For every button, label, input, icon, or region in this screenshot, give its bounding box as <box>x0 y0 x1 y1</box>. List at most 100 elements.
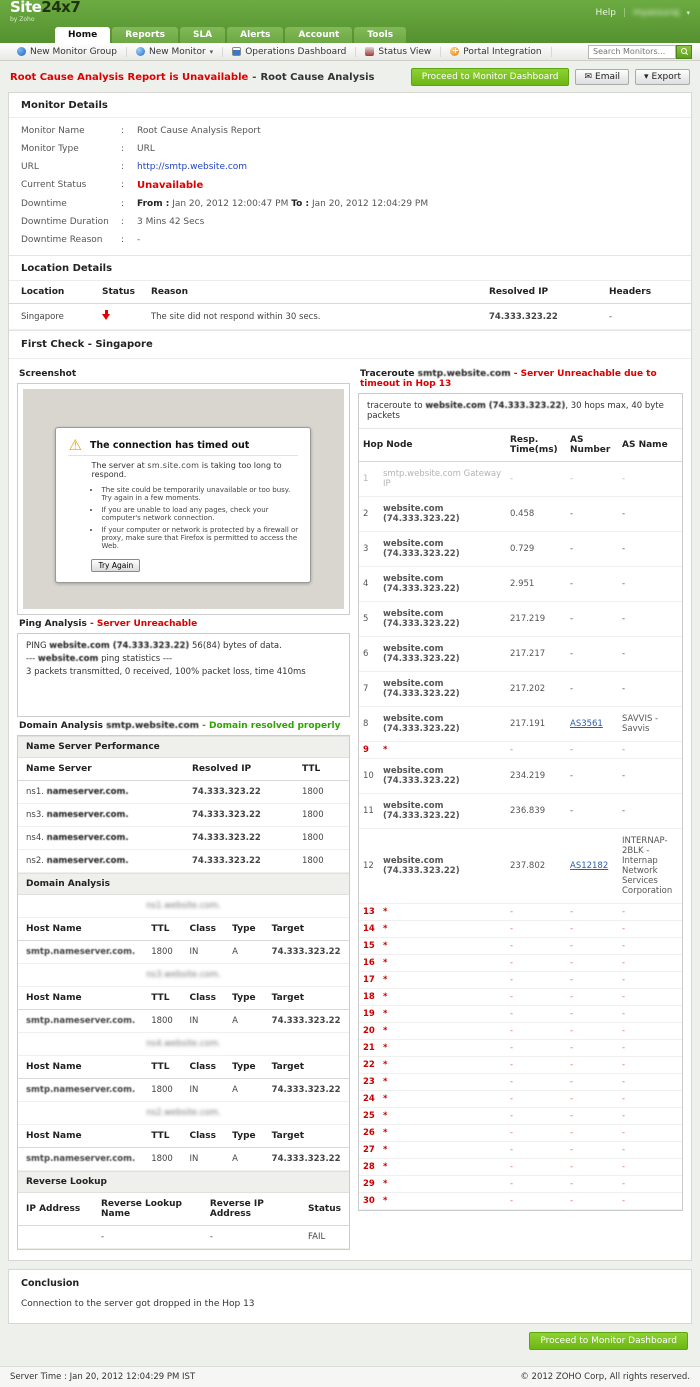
table-cell-hop: 23 <box>359 1074 379 1091</box>
table-cell-resp: 217.202 <box>506 672 566 707</box>
user-menu[interactable]: myassuraj <box>633 8 679 18</box>
help-link[interactable]: Help <box>596 8 617 18</box>
table-cell-node: * <box>379 1040 506 1057</box>
table-cell-asn: AS12182 <box>566 829 618 904</box>
copyright: © 2012 ZOHO Corp, All rights reserved. <box>520 1372 690 1382</box>
table-cell-hop: 12 <box>359 829 379 904</box>
as-number-link[interactable]: AS3561 <box>570 719 603 729</box>
table-cell-hop: 2 <box>359 497 379 532</box>
new-monitor-group-button[interactable]: New Monitor Group <box>8 47 127 57</box>
traceroute-title: Traceroute smtp.website.com - Server Unr… <box>358 365 683 393</box>
table-cell-node: website.com (74.333.323.22) <box>379 567 506 602</box>
table-cell-asname: - <box>618 532 682 567</box>
monitor-group-icon <box>17 47 26 56</box>
table-row: 5website.com (74.333.323.22)217.219-- <box>359 602 682 637</box>
operations-dashboard-button[interactable]: Operations Dashboard <box>223 47 356 57</box>
table-row: 2website.com (74.333.323.22)0.458-- <box>359 497 682 532</box>
reason-cell: The site did not respond within 30 secs. <box>143 304 481 330</box>
search-input[interactable] <box>588 45 676 59</box>
host-record-table: Host Name TTL Class Type Target smtp.nam… <box>18 987 349 1033</box>
table-cell-hop: 25 <box>359 1108 379 1125</box>
tab-account[interactable]: Account <box>285 27 352 43</box>
table-row: smtp.nameserver.com. 1800 IN A 74.333.32… <box>18 941 349 964</box>
status-view-icon <box>365 47 374 56</box>
table-row: 11website.com (74.333.323.22)236.839-- <box>359 794 682 829</box>
monitor-url-link[interactable]: http://smtp.website.com <box>137 162 247 172</box>
globe-icon <box>136 47 145 56</box>
table-row: 1smtp.website.com Gateway IP--- <box>359 462 682 497</box>
try-again-button[interactable]: Try Again <box>91 559 140 572</box>
site24x7-logo: Site24x7 by Zoho <box>10 2 80 25</box>
monitor-name-row: Monitor Name : Root Cause Analysis Repor… <box>9 122 691 140</box>
table-row: 27*--- <box>359 1142 682 1159</box>
search-button[interactable] <box>676 45 692 59</box>
table-cell-asname: - <box>618 1193 682 1210</box>
table-row: 13*--- <box>359 904 682 921</box>
chevron-down-icon[interactable]: ▾ <box>686 9 690 17</box>
table-cell-asname: - <box>618 1040 682 1057</box>
table-cell-asname: SAVVIS - Savvis <box>618 707 682 742</box>
table-cell-asn: - <box>566 1142 618 1159</box>
table-row: smtp.nameserver.com. 1800 IN A 74.333.32… <box>18 1148 349 1171</box>
table-cell-hop: 18 <box>359 989 379 1006</box>
nameserver-label: ns2.website.com. <box>18 1102 349 1125</box>
screenshot-title: Screenshot <box>17 365 350 383</box>
table-row: smtp.nameserver.com. 1800 IN A 74.333.32… <box>18 1010 349 1033</box>
table-header-row: Name Server Resolved IP TTL <box>18 758 349 781</box>
table-cell-asn: - <box>566 794 618 829</box>
table-cell-asname: - <box>618 567 682 602</box>
monitor-type-row: Monitor Type : URL <box>9 140 691 158</box>
portal-integration-button[interactable]: Portal Integration <box>441 47 551 57</box>
table-header-row: Host Name TTL Class Type Target <box>18 987 349 1010</box>
table-cell-hop: 10 <box>359 759 379 794</box>
table-row: 24*--- <box>359 1091 682 1108</box>
table-row: ns4. nameserver.com. 74.333.323.22 1800 <box>18 827 349 850</box>
tab-home[interactable]: Home <box>55 27 110 43</box>
table-cell-resp: - <box>506 921 566 938</box>
error-page-screenshot: ⚠ The connection has timed out The serve… <box>23 389 344 609</box>
tab-reports[interactable]: Reports <box>112 27 178 43</box>
proceed-to-monitor-dashboard-button[interactable]: Proceed to Monitor Dashboard <box>411 68 570 86</box>
table-cell-node: * <box>379 1091 506 1108</box>
table-cell-asn: - <box>566 602 618 637</box>
list-item: If you are unable to load any pages, che… <box>101 506 298 522</box>
table-cell-node: * <box>379 904 506 921</box>
table-cell-asn: - <box>566 1023 618 1040</box>
tab-tools[interactable]: Tools <box>354 27 406 43</box>
table-cell-asname: - <box>618 1057 682 1074</box>
conclusion-text: Connection to the server got dropped in … <box>21 1299 679 1309</box>
nameserver-label: ns3.website.com. <box>18 964 349 987</box>
table-header-row: Hop Node Resp. Time(ms) AS Number AS Nam… <box>359 429 682 462</box>
table-cell-hop: 14 <box>359 921 379 938</box>
table-cell-asname: - <box>618 1006 682 1023</box>
export-button[interactable]: ▾ Export <box>635 69 690 85</box>
status-view-button[interactable]: Status View <box>356 47 441 57</box>
new-monitor-button[interactable]: New Monitor ▾ <box>127 47 223 57</box>
table-cell-asname: - <box>618 1142 682 1159</box>
tab-alerts[interactable]: Alerts <box>227 27 283 43</box>
as-number-link[interactable]: AS12182 <box>570 861 608 871</box>
table-cell-asn: - <box>566 462 618 497</box>
table-row: Singapore The site did not respond withi… <box>9 304 691 330</box>
quick-toolbar: New Monitor Group New Monitor ▾ Operatio… <box>0 43 700 61</box>
table-cell-hop: 19 <box>359 1006 379 1023</box>
table-cell-node: * <box>379 1023 506 1040</box>
table-cell-hop: 13 <box>359 904 379 921</box>
name-server-performance-title: Name Server Performance <box>18 736 349 758</box>
table-cell-node: * <box>379 1159 506 1176</box>
tab-sla[interactable]: SLA <box>180 27 225 43</box>
table-cell-resp: 2.951 <box>506 567 566 602</box>
table-cell-resp: - <box>506 462 566 497</box>
email-button[interactable]: ✉ Email <box>575 69 629 85</box>
table-cell-asname: - <box>618 955 682 972</box>
proceed-to-monitor-dashboard-button-bottom[interactable]: Proceed to Monitor Dashboard <box>529 1332 688 1350</box>
table-cell-asn: - <box>566 1057 618 1074</box>
table-row: 17*--- <box>359 972 682 989</box>
table-cell-hop: 4 <box>359 567 379 602</box>
table-cell-asn: - <box>566 938 618 955</box>
domain-analysis-title: Domain Analysis smtp.website.com - Domai… <box>17 717 350 735</box>
page-title: Root Cause Analysis <box>260 72 374 83</box>
table-cell-node: website.com (74.333.323.22) <box>379 829 506 904</box>
downtime-reason-row: Downtime Reason : - <box>9 231 691 249</box>
table-cell-node: * <box>379 1006 506 1023</box>
